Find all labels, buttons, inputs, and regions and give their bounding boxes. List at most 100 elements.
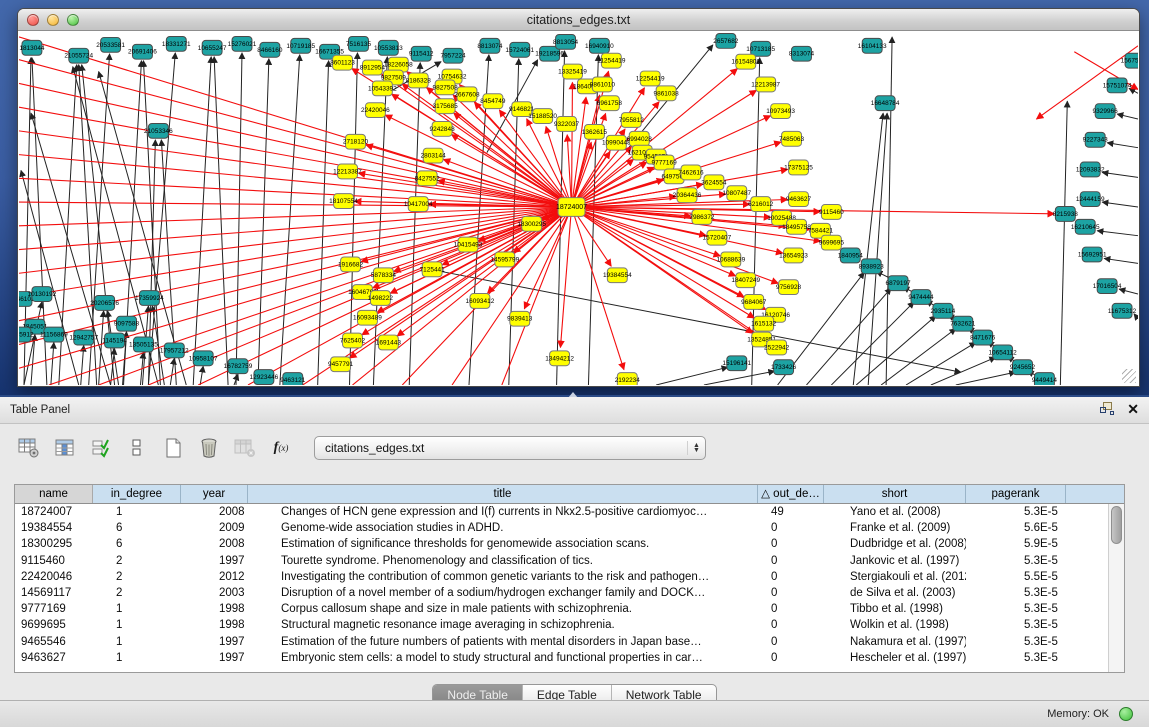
cell-year[interactable]: 2012 bbox=[181, 569, 248, 585]
graph-node[interactable]: 8215938 bbox=[1053, 207, 1079, 222]
cell-short[interactable]: Dudbridge et al. (2008) bbox=[824, 536, 966, 552]
graph-node[interactable]: 9449414 bbox=[1032, 373, 1058, 385]
graph-node[interactable]: 20364436 bbox=[673, 188, 702, 203]
graph-node[interactable]: 6879197 bbox=[885, 276, 911, 291]
cell-in_degree[interactable]: 1 bbox=[93, 634, 181, 650]
cell-short[interactable]: Tibbo et al. (1998) bbox=[824, 601, 966, 617]
cell-pagerank[interactable]: 5.3E-5 bbox=[966, 650, 1066, 666]
graph-node[interactable]: 9463121 bbox=[280, 373, 306, 385]
graph-node[interactable]: 6961758 bbox=[597, 96, 623, 111]
cell-name[interactable]: 18724007 bbox=[15, 504, 93, 520]
cell-name[interactable]: 9463627 bbox=[15, 650, 93, 666]
graph-node[interactable]: 8313074 bbox=[789, 46, 815, 61]
graph-node[interactable]: 1691443 bbox=[376, 335, 402, 350]
graph-node[interactable]: 9777169 bbox=[652, 155, 678, 170]
graph-node[interactable]: 15751074 bbox=[1103, 78, 1132, 93]
graph-node[interactable]: 9242848 bbox=[430, 121, 456, 136]
cell-short[interactable]: Jankovic et al. (1997) bbox=[824, 553, 966, 569]
graph-node[interactable]: 10973493 bbox=[766, 104, 795, 119]
graph-node[interactable]: 12213987 bbox=[751, 77, 780, 92]
graph-node[interactable]: 10553813 bbox=[374, 40, 403, 55]
cell-in_degree[interactable]: 2 bbox=[93, 569, 181, 585]
graph-node[interactable]: 9115412 bbox=[409, 46, 434, 61]
column-header-short[interactable]: short bbox=[824, 485, 966, 503]
graph-node[interactable]: 16210645 bbox=[1071, 219, 1100, 234]
graph-node[interactable]: 15675139 bbox=[1121, 53, 1138, 68]
graph-node[interactable]: 7516135 bbox=[346, 36, 372, 51]
graph-node[interactable]: 3175685 bbox=[433, 99, 459, 114]
cell-pagerank[interactable]: 5.3E-5 bbox=[966, 601, 1066, 617]
graph-node[interactable]: 15196141 bbox=[722, 356, 751, 371]
graph-node[interactable]: 17359924 bbox=[135, 291, 164, 306]
cell-pagerank[interactable]: 5.3E-5 bbox=[966, 553, 1066, 569]
graph-node[interactable]: 16104133 bbox=[858, 38, 887, 53]
function-builder-icon[interactable]: f(x) bbox=[266, 433, 296, 463]
cell-short[interactable]: Nakamura et al. (1997) bbox=[824, 634, 966, 650]
create-table-icon[interactable] bbox=[158, 433, 188, 463]
column-header-year[interactable]: year bbox=[181, 485, 248, 503]
graph-node[interactable]: 13325419 bbox=[558, 64, 587, 79]
cell-in_degree[interactable]: 6 bbox=[93, 520, 181, 536]
graph-node[interactable]: 1615132 bbox=[751, 316, 777, 331]
cell-in_degree[interactable]: 1 bbox=[93, 650, 181, 666]
table-row[interactable]: 969969511998Structural magnetic resonanc… bbox=[15, 617, 1108, 633]
cell-out_de[interactable]: 0 bbox=[758, 650, 824, 666]
graph-node[interactable]: 12923446 bbox=[250, 370, 279, 385]
graph-node[interactable]: 7125441 bbox=[420, 262, 446, 277]
table-header[interactable]: namein_degreeyeartitle△ out_de…shortpage… bbox=[15, 485, 1124, 504]
cell-year[interactable]: 2008 bbox=[181, 536, 248, 552]
cell-out_de[interactable]: 0 bbox=[758, 536, 824, 552]
cell-pagerank[interactable]: 5.3E-5 bbox=[966, 504, 1066, 520]
graph-node[interactable]: 20533581 bbox=[96, 37, 125, 52]
cell-in_degree[interactable]: 2 bbox=[93, 553, 181, 569]
graph-node[interactable]: 6216012 bbox=[748, 197, 774, 212]
cell-title[interactable]: Estimation of significance thresholds fo… bbox=[248, 536, 758, 552]
scrollbar-thumb[interactable] bbox=[1111, 506, 1122, 544]
graph-node[interactable]: 13494212 bbox=[545, 351, 574, 366]
cell-name[interactable]: 19384554 bbox=[15, 520, 93, 536]
table-scrollbar[interactable] bbox=[1108, 504, 1124, 672]
graph-node[interactable]: 17375125 bbox=[784, 160, 813, 175]
graph-node[interactable]: 7485063 bbox=[779, 131, 805, 146]
graph-node[interactable]: 10654112 bbox=[988, 345, 1017, 360]
table-select-dropdown[interactable]: citations_edges.txt ▲▼ bbox=[314, 436, 706, 460]
graph-node[interactable]: 12254419 bbox=[636, 71, 665, 86]
cell-year[interactable]: 2009 bbox=[181, 520, 248, 536]
cell-out_de[interactable]: 0 bbox=[758, 553, 824, 569]
graph-node[interactable]: 9839413 bbox=[507, 311, 533, 326]
graph-node[interactable]: 15724061 bbox=[505, 42, 534, 57]
cell-pagerank[interactable]: 5.3E-5 bbox=[966, 634, 1066, 650]
graph-node[interactable]: 9861010 bbox=[590, 77, 616, 92]
graph-node[interactable]: 8938923 bbox=[859, 259, 885, 274]
column-header-pagerank[interactable]: pagerank bbox=[966, 485, 1066, 503]
table-settings-icon[interactable] bbox=[14, 433, 44, 463]
cell-year[interactable]: 1997 bbox=[181, 650, 248, 666]
graph-node[interactable]: 1733426 bbox=[771, 360, 797, 375]
cell-out_de[interactable]: 0 bbox=[758, 520, 824, 536]
table-row[interactable]: 946554611997Estimation of the future num… bbox=[15, 634, 1108, 650]
cell-title[interactable]: Structural magnetic resonance image aver… bbox=[248, 617, 758, 633]
graph-node[interactable]: 2522942 bbox=[764, 340, 790, 355]
table-row[interactable]: 1830029562008Estimation of significance … bbox=[15, 536, 1108, 552]
graph-node[interactable]: 8186328 bbox=[406, 73, 432, 88]
graph-node[interactable]: 11254419 bbox=[597, 53, 626, 68]
graph-node[interactable]: 17016504 bbox=[1093, 279, 1122, 294]
cell-year[interactable]: 2008 bbox=[181, 504, 248, 520]
show-columns-icon[interactable] bbox=[50, 433, 80, 463]
graph-node[interactable]: 9457791 bbox=[328, 357, 354, 372]
graph-node[interactable]: 9115460 bbox=[819, 205, 844, 220]
graph-node[interactable]: 9329966 bbox=[1093, 104, 1119, 119]
cell-title[interactable]: Corpus callosum shape and size in male p… bbox=[248, 601, 758, 617]
graph-node[interactable]: 10130192 bbox=[28, 287, 57, 302]
graph-node[interactable]: 7625402 bbox=[340, 333, 366, 348]
zoom-window-button[interactable] bbox=[67, 14, 79, 26]
graph-node[interactable]: 9684067 bbox=[741, 295, 767, 310]
cell-pagerank[interactable]: 5.6E-5 bbox=[966, 520, 1066, 536]
graph-node[interactable]: 2657682 bbox=[713, 33, 739, 48]
column-header-title[interactable]: title bbox=[248, 485, 758, 503]
cell-out_de[interactable]: 0 bbox=[758, 569, 824, 585]
cell-pagerank[interactable]: 5.3E-5 bbox=[966, 585, 1066, 601]
cell-name[interactable]: 9777169 bbox=[15, 601, 93, 617]
column-header-name[interactable]: name bbox=[15, 485, 93, 503]
window-titlebar[interactable]: citations_edges.txt bbox=[18, 9, 1139, 31]
